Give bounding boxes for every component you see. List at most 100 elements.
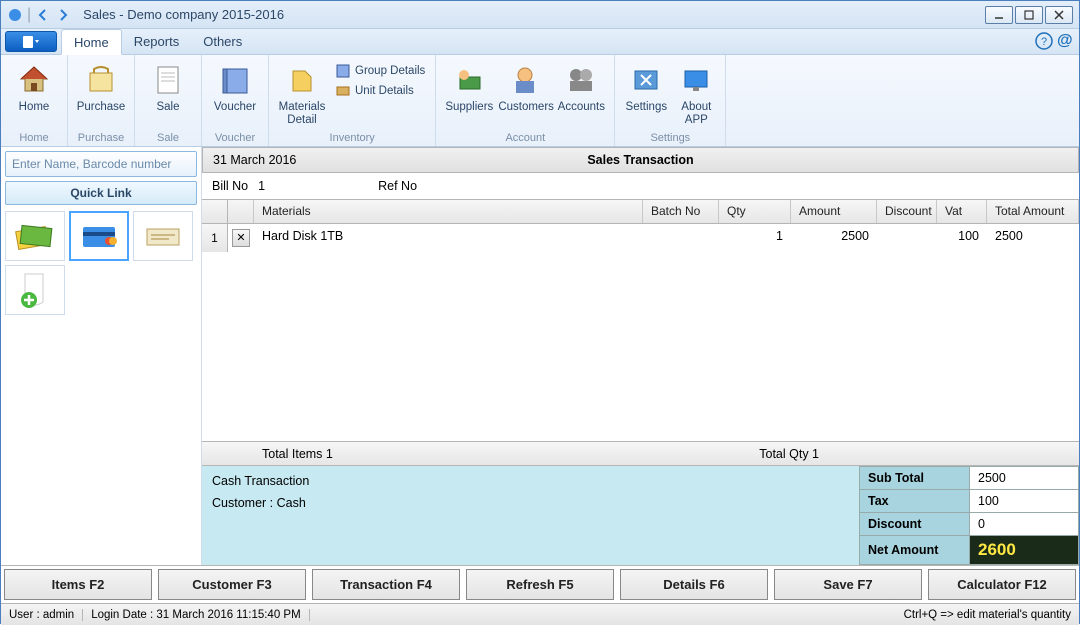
search-placeholder: Enter Name, Barcode number (12, 157, 171, 171)
cell-batch[interactable] (643, 224, 719, 252)
ribbon-label: Group Details (355, 65, 425, 77)
ribbon: Home Home Purchase Purchase Sale Sale Vo… (1, 55, 1079, 147)
items-button[interactable]: Items F2 (4, 569, 152, 600)
tab-home[interactable]: Home (61, 29, 122, 55)
ribbon-group-label: Settings (621, 132, 719, 146)
ribbon-group-label: Inventory (275, 132, 429, 146)
ribbon-group-label: Sale (141, 132, 195, 146)
discount-label: Discount (860, 513, 970, 536)
accounts-icon (562, 61, 600, 99)
col-batch[interactable]: Batch No (643, 200, 719, 223)
subtotal-value: 2500 (970, 467, 1079, 490)
ribbon-sale-button[interactable]: Sale (141, 59, 195, 114)
customers-icon (506, 61, 544, 99)
summary-left: Cash Transaction Customer : Cash (202, 466, 859, 565)
ribbon-about-button[interactable]: About APP (673, 59, 719, 127)
quicklink-cheque-icon[interactable] (133, 211, 193, 261)
table-header: Materials Batch No Qty Amount Discount V… (202, 200, 1079, 224)
transaction-button[interactable]: Transaction F4 (312, 569, 460, 600)
sale-icon (149, 61, 187, 99)
back-arrow-icon[interactable] (35, 7, 51, 23)
maximize-button[interactable] (1015, 6, 1043, 24)
about-icon (677, 61, 715, 99)
transaction-date: 31 March 2016 (203, 153, 403, 167)
table-row[interactable]: 1 ✕ Hard Disk 1TB 1 2500 100 2500 (202, 224, 1079, 252)
total-qty: Total Qty 1 (759, 447, 1079, 461)
tab-others[interactable]: Others (191, 29, 254, 54)
help-icon[interactable]: ? (1035, 32, 1053, 50)
col-qty[interactable]: Qty (719, 200, 791, 223)
refresh-button[interactable]: Refresh F5 (466, 569, 614, 600)
purchase-icon (82, 61, 120, 99)
content-area: Enter Name, Barcode number Quick Link 31… (1, 147, 1079, 565)
ribbon-unit-details-button[interactable]: Unit Details (331, 81, 429, 101)
row-delete-button[interactable]: ✕ (232, 229, 250, 247)
col-discount[interactable]: Discount (877, 200, 937, 223)
forward-arrow-icon[interactable] (55, 7, 71, 23)
total-items: Total Items 1 (202, 447, 759, 461)
col-vat[interactable]: Vat (937, 200, 987, 223)
cash-transaction-label: Cash Transaction (212, 474, 849, 488)
ribbon-label: Accounts (554, 99, 608, 114)
tax-value: 100 (970, 490, 1079, 513)
quicklink-cash-icon[interactable] (5, 211, 65, 261)
minimize-button[interactable] (985, 6, 1013, 24)
divider: | (27, 6, 31, 24)
cell-total[interactable]: 2500 (987, 224, 1079, 252)
cell-discount[interactable] (877, 224, 937, 252)
ref-no-label: Ref No (368, 179, 417, 193)
cell-amount[interactable]: 2500 (791, 224, 877, 252)
file-menu-button[interactable] (5, 31, 57, 52)
transaction-title: Sales Transaction (403, 153, 878, 167)
ribbon-home-button[interactable]: Home (7, 59, 61, 114)
quick-link-header: Quick Link (5, 181, 197, 205)
ribbon-label: Purchase (74, 99, 128, 114)
col-total[interactable]: Total Amount (987, 200, 1079, 223)
ribbon-label: About APP (673, 99, 719, 127)
ribbon-purchase-button[interactable]: Purchase (74, 59, 128, 114)
svg-text:?: ? (1041, 36, 1047, 48)
tax-label: Tax (860, 490, 970, 513)
bill-row: Bill No 1 Ref No (202, 173, 1079, 199)
cell-material[interactable]: Hard Disk 1TB (254, 224, 643, 252)
close-button[interactable] (1045, 6, 1073, 24)
cell-qty[interactable]: 1 (719, 224, 791, 252)
bottom-bar: Items F2 Customer F3 Transaction F4 Refr… (1, 565, 1079, 603)
unit-details-icon (335, 83, 351, 99)
materials-table: Materials Batch No Qty Amount Discount V… (202, 199, 1079, 441)
ribbon-voucher-button[interactable]: Voucher (208, 59, 262, 114)
discount-value: 0 (970, 513, 1079, 536)
summary-area: Cash Transaction Customer : Cash Sub Tot… (202, 465, 1079, 565)
customer-button[interactable]: Customer F3 (158, 569, 306, 600)
quicklink-add-icon[interactable] (5, 265, 65, 315)
customer-label: Customer : Cash (212, 496, 849, 510)
ribbon-accounts-button[interactable]: Accounts (554, 59, 608, 114)
quicklink-card-icon[interactable] (69, 211, 129, 261)
ribbon-label: Suppliers (442, 99, 496, 114)
ribbon-label: Customers (498, 99, 552, 114)
ribbon-label: Materials Detail (275, 99, 329, 127)
ribbon-settings-button[interactable]: Settings (621, 59, 671, 114)
subtotal-label: Sub Total (860, 467, 970, 490)
details-button[interactable]: Details F6 (620, 569, 768, 600)
save-button[interactable]: Save F7 (774, 569, 922, 600)
search-input[interactable]: Enter Name, Barcode number (5, 151, 197, 177)
at-icon[interactable]: @ (1057, 32, 1075, 50)
settings-icon (627, 61, 665, 99)
ribbon-group-details-button[interactable]: Group Details (331, 61, 429, 81)
ribbon-label: Unit Details (355, 85, 414, 97)
cell-vat[interactable]: 100 (937, 224, 987, 252)
tab-reports[interactable]: Reports (122, 29, 192, 54)
title-bar: | Sales - Demo company 2015-2016 (1, 1, 1079, 29)
ribbon-materials-detail-button[interactable]: Materials Detail (275, 59, 329, 127)
home-icon (15, 61, 53, 99)
ribbon-customers-button[interactable]: Customers (498, 59, 552, 114)
bill-no-value: 1 (248, 179, 368, 193)
col-materials[interactable]: Materials (254, 200, 643, 223)
col-amount[interactable]: Amount (791, 200, 877, 223)
summary-right: Sub Total2500 Tax100 Discount0 Net Amoun… (859, 466, 1079, 565)
calculator-button[interactable]: Calculator F12 (928, 569, 1076, 600)
ribbon-suppliers-button[interactable]: Suppliers (442, 59, 496, 114)
ribbon-label: Sale (141, 99, 195, 114)
ribbon-group-label: Voucher (208, 132, 262, 146)
